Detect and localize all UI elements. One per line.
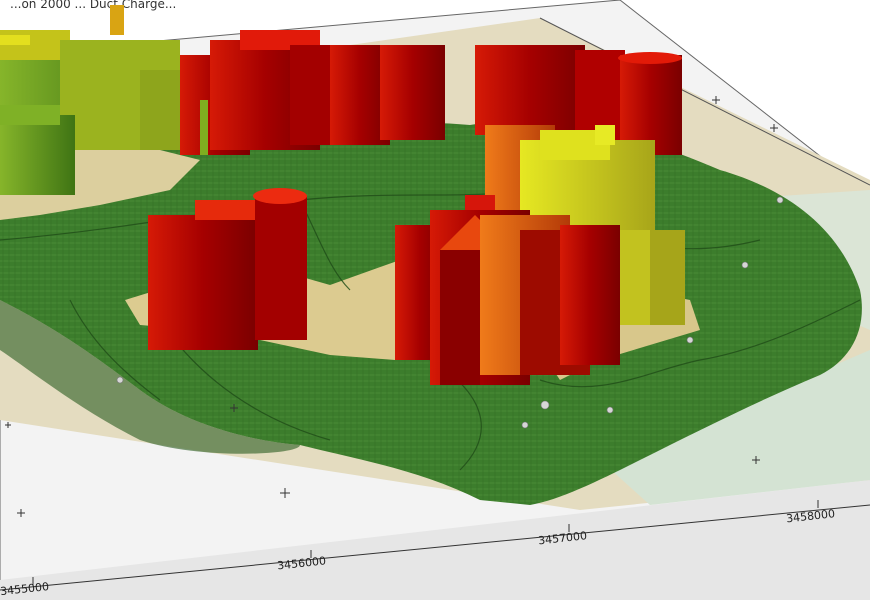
bar-cluster-north-red: [180, 30, 445, 155]
map-view[interactable]: ...on 2000 ... Duct Charge... 3455000 34…: [0, 0, 870, 600]
title-fragment: ...on 2000 ... Duct Charge...: [10, 0, 176, 11]
